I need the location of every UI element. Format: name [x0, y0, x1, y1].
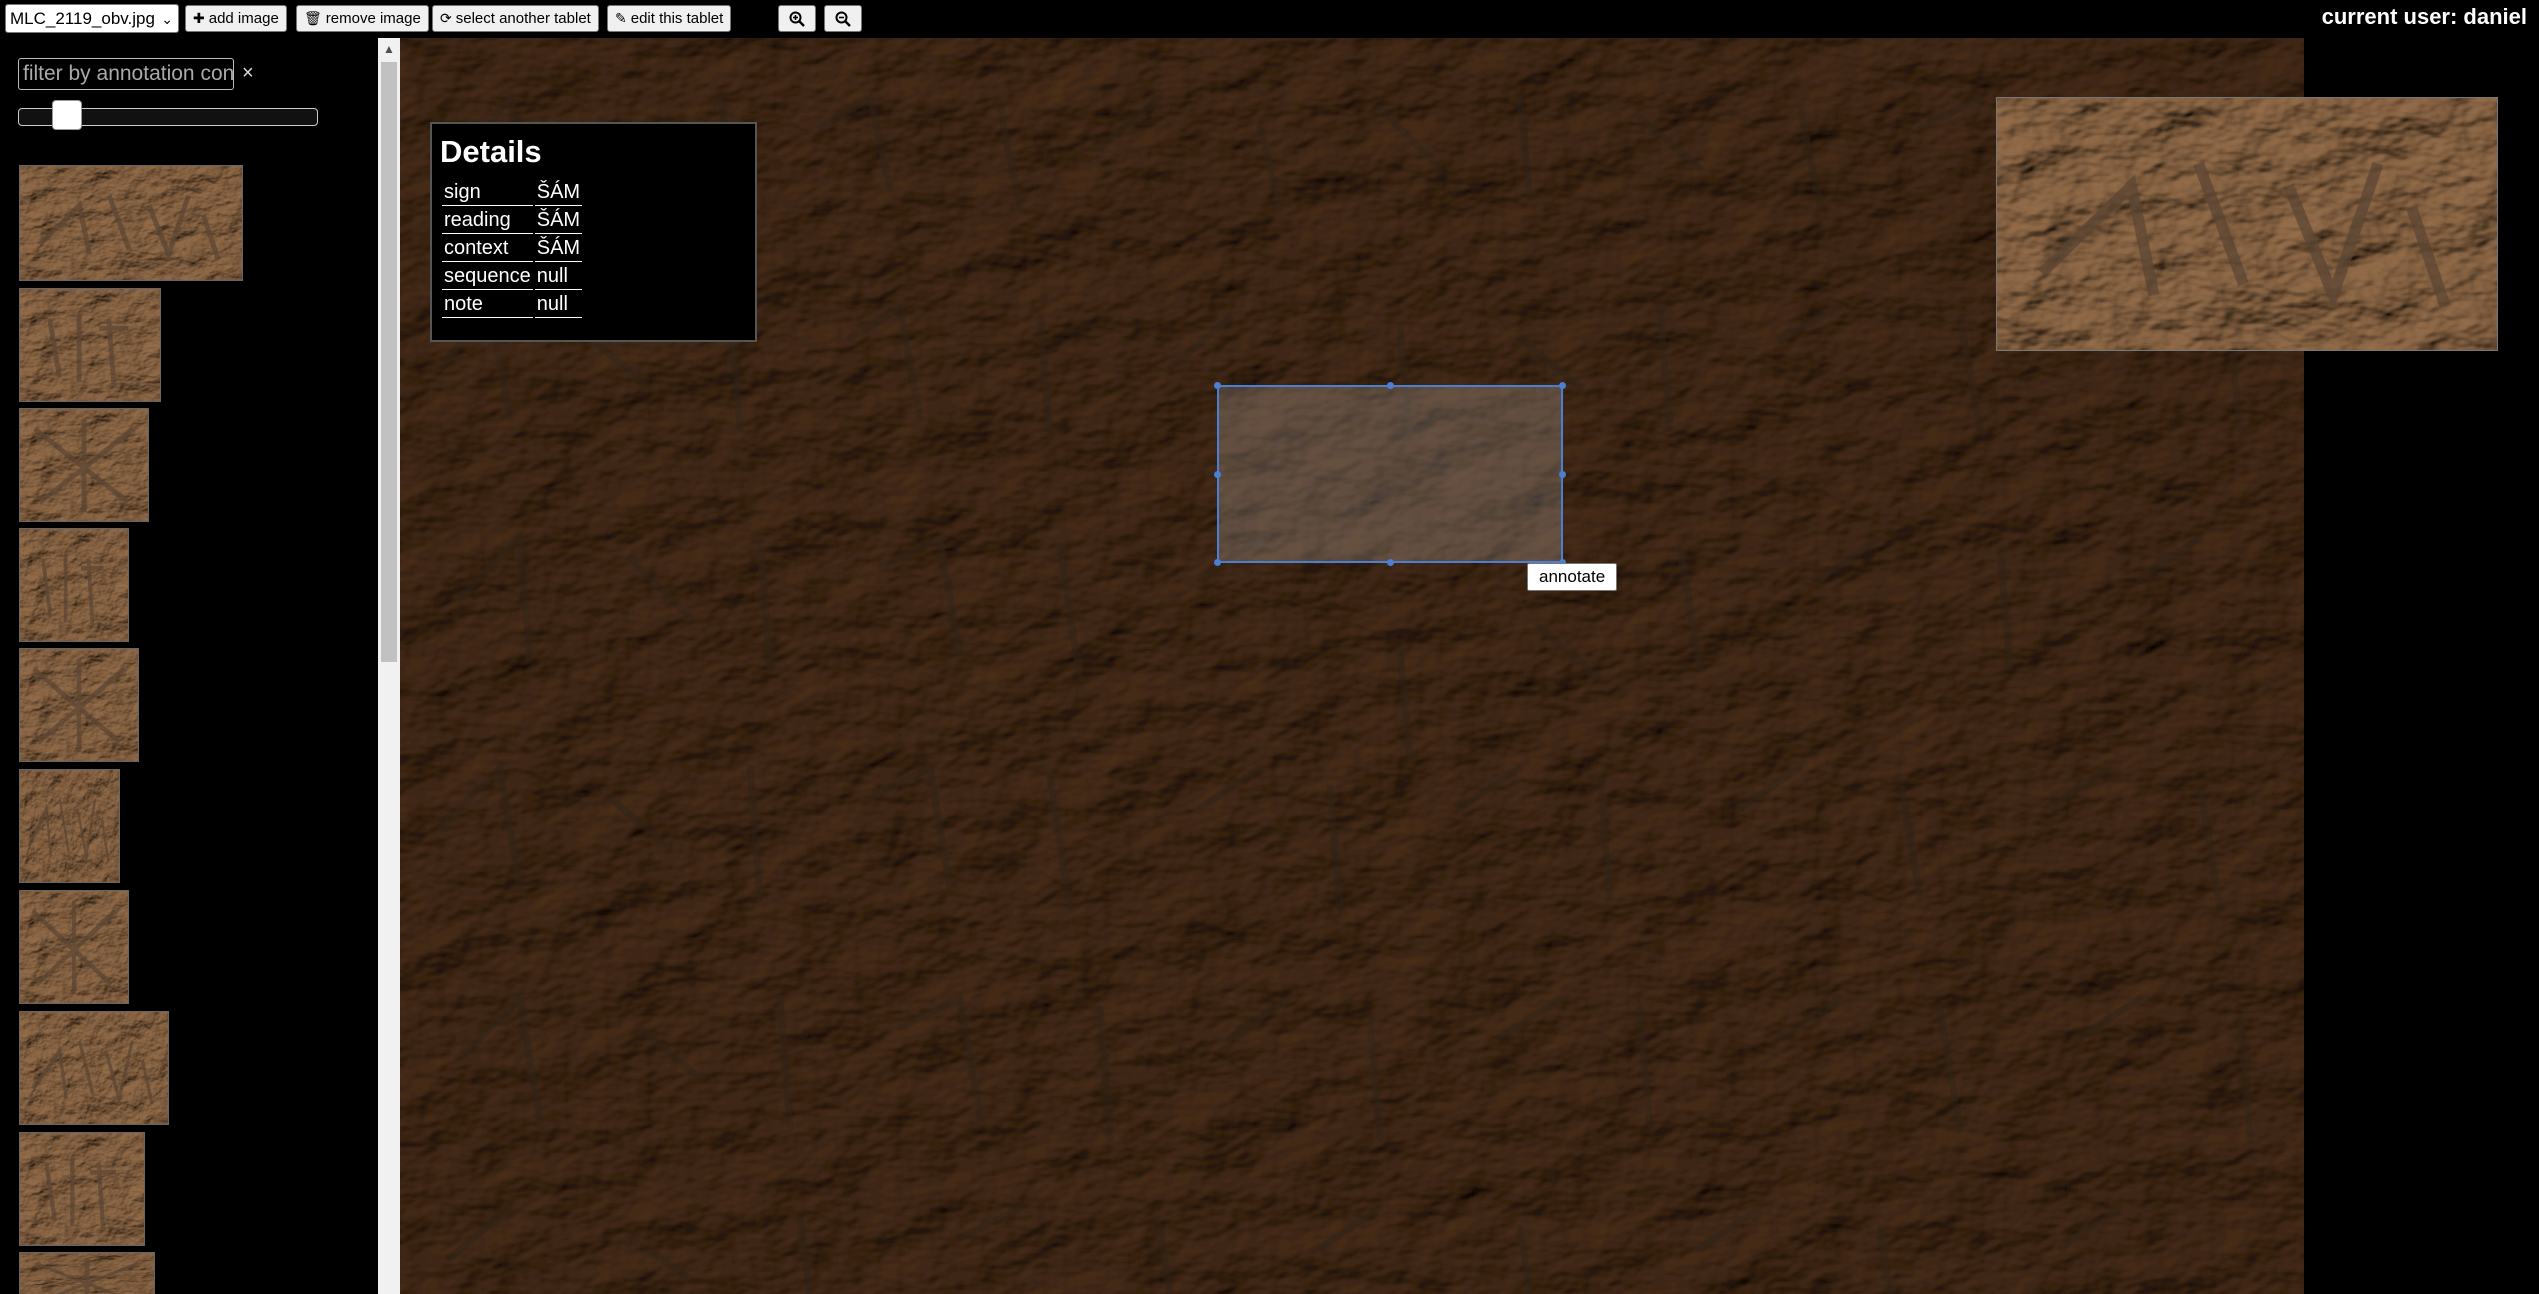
plus-icon: ✚: [193, 10, 205, 26]
details-value: ŠÁM: [534, 234, 583, 262]
clear-filter-icon[interactable]: ×: [242, 62, 254, 85]
details-value: ŠÁM: [534, 206, 583, 234]
annotation-thumbnail[interactable]: [19, 408, 149, 522]
details-key: sequence: [442, 262, 533, 290]
annotation-thumbnail[interactable]: [19, 1011, 169, 1125]
image-file-select-value: MLC_2119_obv.jpg: [10, 9, 155, 28]
preview-image: [1997, 98, 2498, 351]
annotation-thumbnail[interactable]: [19, 165, 243, 281]
chevron-down-icon: ⌄: [161, 11, 173, 27]
resize-handle[interactable]: [1214, 382, 1221, 389]
details-key: reading: [442, 206, 533, 234]
annotation-thumbnail[interactable]: [19, 769, 120, 883]
resize-handle[interactable]: [1387, 382, 1394, 389]
refresh-icon: ⟳: [440, 10, 452, 26]
zoom-in-icon: [789, 11, 805, 27]
details-row: sequence null: [442, 262, 583, 290]
annotation-selection-box[interactable]: [1214, 382, 1566, 566]
details-row: reading ŠÁM: [442, 206, 583, 234]
add-image-label: add image: [208, 10, 279, 27]
annotation-sidebar: filter by annotation content ×: [0, 38, 378, 1294]
annotation-thumbnail[interactable]: [19, 1252, 155, 1294]
details-key: context: [442, 234, 533, 262]
add-image-button[interactable]: ✚ add image: [185, 5, 287, 32]
image-file-select[interactable]: MLC_2119_obv.jpg ⌄: [5, 4, 179, 33]
details-row: sign ŠÁM: [442, 178, 583, 206]
details-row: context ŠÁM: [442, 234, 583, 262]
zoom-out-button[interactable]: [824, 5, 862, 32]
details-table: sign ŠÁM reading ŠÁM context ŠÁM sequence nu…: [440, 178, 584, 318]
details-value: null: [534, 290, 583, 318]
details-value: ŠÁM: [534, 178, 583, 206]
details-panel: Details sign ŠÁM reading ŠÁM context ŠÁM se…: [430, 122, 757, 342]
select-another-tablet-label: select another tablet: [455, 10, 591, 27]
details-key: note: [442, 290, 533, 318]
details-key: sign: [442, 178, 533, 206]
zoom-out-icon: [835, 11, 851, 27]
trash-icon: 🗑: [304, 10, 322, 26]
details-value: null: [534, 262, 583, 290]
annotation-thumbnail[interactable]: [19, 890, 129, 1004]
select-another-tablet-button[interactable]: ⟳ select another tablet: [432, 5, 599, 32]
zoom-in-button[interactable]: [778, 5, 816, 32]
top-toolbar: MLC_2119_obv.jpg ⌄ ✚ add image 🗑 remove im…: [0, 0, 2539, 38]
annotation-filter-input[interactable]: filter by annotation content: [18, 58, 234, 90]
selection-preview: [1996, 97, 2498, 351]
edit-this-tablet-button[interactable]: ✎ edit this tablet: [607, 5, 732, 32]
remove-image-label: remove image: [325, 10, 421, 27]
details-title: Details: [440, 134, 542, 169]
scrollbar-handle[interactable]: [381, 62, 397, 662]
remove-image-button[interactable]: 🗑 remove image: [296, 5, 429, 32]
resize-handle[interactable]: [1559, 382, 1566, 389]
sidebar-scrollbar[interactable]: ▲: [378, 38, 400, 1294]
edit-this-tablet-label: edit this tablet: [630, 10, 724, 27]
pencil-icon: ✎: [615, 10, 627, 26]
slider-thumb[interactable]: [52, 100, 82, 130]
resize-handle[interactable]: [1214, 559, 1221, 566]
details-row: note null: [442, 290, 583, 318]
current-user-label: current user: daniel: [2321, 4, 2527, 29]
resize-handle[interactable]: [1214, 471, 1221, 478]
resize-handle[interactable]: [1387, 559, 1394, 566]
annotate-button[interactable]: annotate: [1527, 563, 1618, 591]
annotation-thumbnail[interactable]: [19, 648, 139, 762]
annotation-thumbnail[interactable]: [19, 1132, 145, 1246]
annotation-thumbnail[interactable]: [19, 288, 161, 402]
scroll-up-arrow-icon[interactable]: ▲: [378, 38, 400, 60]
annotation-thumbnail[interactable]: [19, 528, 129, 642]
resize-handle[interactable]: [1559, 471, 1566, 478]
